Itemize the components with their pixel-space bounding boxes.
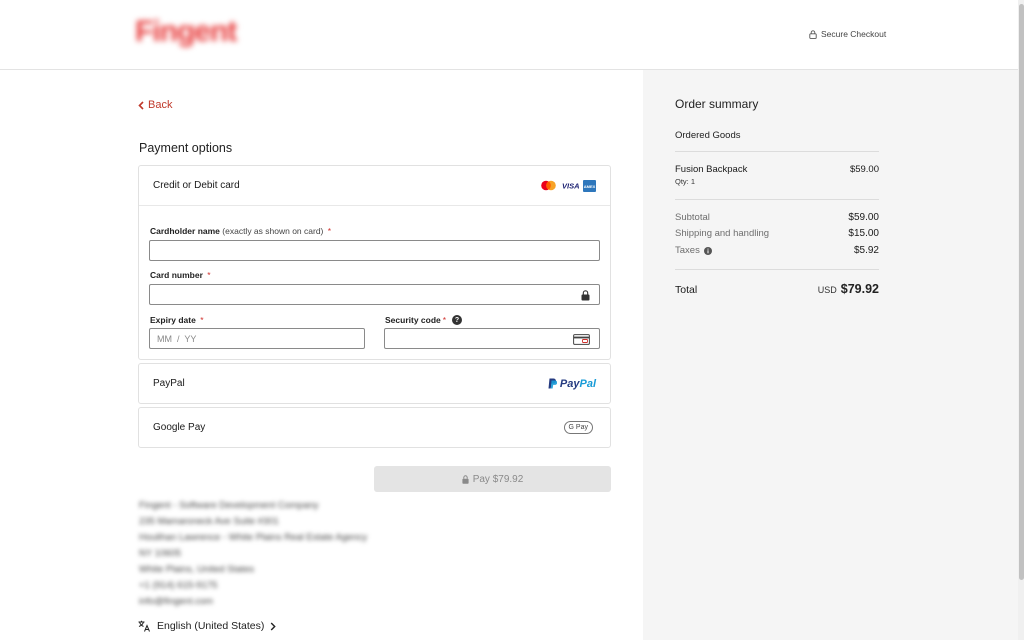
translate-icon bbox=[138, 620, 150, 632]
total-amount: $79.92 bbox=[840, 282, 879, 296]
taxes-label: Taxes bbox=[675, 245, 712, 256]
card-number-label: Card number * bbox=[150, 270, 211, 280]
required-marker: * bbox=[200, 315, 204, 325]
required-marker: * bbox=[207, 270, 211, 280]
required-marker: * bbox=[327, 226, 332, 236]
item-quantity: Qty: 1 bbox=[675, 177, 696, 186]
total-label: Total bbox=[675, 284, 698, 296]
total-currency: USD bbox=[817, 285, 837, 295]
card-option-header[interactable]: Credit or Debit card VISA AMEX bbox=[139, 166, 610, 206]
payment-options-title: Payment options bbox=[139, 141, 233, 155]
language-label: English (United States) bbox=[157, 620, 265, 632]
taxes-value: $5.92 bbox=[853, 245, 879, 256]
item-name: Fusion Backpack bbox=[675, 164, 748, 175]
google-pay-badge: G Pay bbox=[563, 421, 593, 434]
mastercard-icon bbox=[541, 180, 556, 191]
chevron-right-icon bbox=[271, 622, 277, 630]
amex-icon: AMEX bbox=[583, 179, 596, 192]
lock-icon bbox=[809, 29, 817, 39]
back-link[interactable]: Back bbox=[138, 99, 172, 111]
address-line: White Plains, United States bbox=[139, 564, 255, 575]
address-line: NY 10605 bbox=[139, 548, 182, 559]
divider bbox=[675, 199, 879, 200]
paypal-logo: Pay Pal bbox=[548, 378, 596, 390]
company-logo[interactable]: Fingent bbox=[135, 10, 237, 60]
address-line: 235 Mamaroneck Ave Suite #301 bbox=[139, 516, 279, 527]
pay-button-label: Pay $79.92 bbox=[472, 473, 524, 485]
ordered-goods-label: Ordered Goods bbox=[675, 130, 741, 141]
visa-icon: VISA bbox=[562, 182, 579, 191]
shipping-value: $15.00 bbox=[848, 228, 879, 239]
google-pay-option[interactable]: Google Pay G Pay bbox=[138, 407, 611, 448]
security-code-label: Security code * ? bbox=[385, 315, 463, 325]
chevron-left-icon bbox=[138, 100, 144, 110]
address-line: +1 (914) 615-9175 bbox=[139, 580, 218, 591]
divider bbox=[675, 151, 879, 152]
card-option-label: Credit or Debit card bbox=[153, 180, 240, 191]
header: Fingent Secure Checkout bbox=[0, 0, 1018, 70]
expiry-date-label: Expiry date * bbox=[150, 315, 204, 325]
cardholder-name-label: Cardholder name (exactly as shown on car… bbox=[150, 226, 332, 236]
paypal-option[interactable]: PayPal Pay Pal bbox=[138, 363, 611, 404]
secure-checkout-label: Secure Checkout bbox=[821, 29, 887, 39]
cardholder-name-input[interactable] bbox=[149, 240, 600, 261]
total-value: USD $79.92 bbox=[818, 282, 879, 296]
address-line: Houlihan Lawrence - White Plains Real Es… bbox=[139, 532, 368, 543]
order-summary-title: Order summary bbox=[675, 97, 759, 111]
subtotal-label: Subtotal bbox=[675, 212, 710, 223]
subtotal-row: Subtotal $59.00 bbox=[675, 212, 879, 223]
paypal-icon bbox=[548, 378, 557, 389]
lock-icon bbox=[581, 290, 590, 301]
order-item: Fusion Backpack Qty: 1 $59.00 bbox=[675, 164, 879, 186]
divider bbox=[675, 269, 879, 270]
google-pay-label: Google Pay bbox=[153, 422, 206, 433]
address-line: Fingent - Software Development Company bbox=[139, 500, 319, 511]
required-marker: * bbox=[442, 315, 447, 325]
lock-icon bbox=[462, 474, 469, 484]
shipping-label: Shipping and handling bbox=[675, 228, 770, 239]
svg-text:VISA: VISA bbox=[562, 182, 579, 191]
total-row: Total USD $79.92 bbox=[675, 282, 879, 296]
expiry-placeholder: MM / YY bbox=[157, 333, 197, 344]
scrollbar-thumb[interactable] bbox=[1019, 4, 1024, 580]
shipping-row: Shipping and handling $15.00 bbox=[675, 228, 879, 239]
secure-checkout-indicator: Secure Checkout bbox=[809, 29, 886, 39]
address-line: info@fingent.com bbox=[139, 596, 214, 607]
item-price: $59.00 bbox=[849, 164, 879, 175]
merchant-address: Fingent - Software Development Company 2… bbox=[139, 498, 367, 610]
card-number-input[interactable] bbox=[149, 284, 600, 305]
card-cvc-icon bbox=[573, 334, 590, 345]
order-summary-panel bbox=[643, 70, 1018, 640]
info-icon[interactable] bbox=[703, 246, 712, 255]
security-code-input[interactable] bbox=[384, 328, 600, 349]
svg-text:AMEX: AMEX bbox=[584, 183, 596, 188]
help-icon[interactable]: ? bbox=[452, 315, 463, 325]
card-brand-logos: VISA AMEX bbox=[540, 179, 596, 192]
subtotal-value: $59.00 bbox=[848, 212, 879, 223]
expiry-date-input[interactable]: MM / YY bbox=[149, 328, 365, 349]
back-label: Back bbox=[148, 99, 173, 111]
paypal-label: PayPal bbox=[153, 378, 185, 389]
language-selector[interactable]: English (United States) bbox=[138, 620, 277, 632]
pay-button[interactable]: Pay $79.92 bbox=[374, 466, 611, 492]
taxes-row: Taxes $5.92 bbox=[675, 245, 879, 256]
